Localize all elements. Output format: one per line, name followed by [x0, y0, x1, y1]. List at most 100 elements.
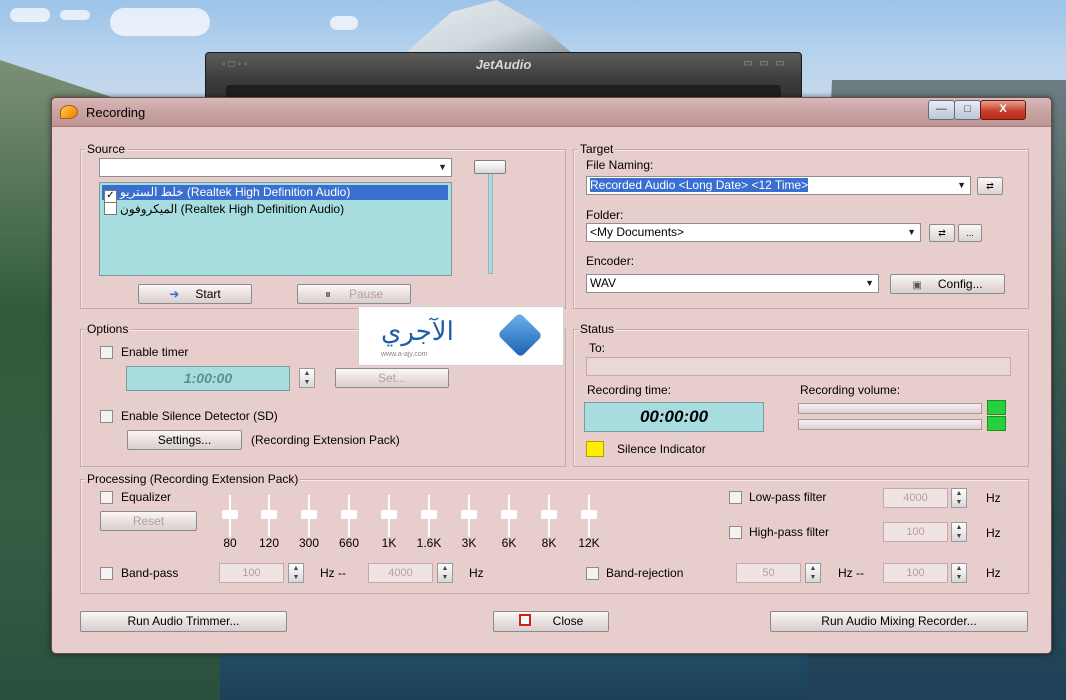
to-label: To:: [589, 341, 606, 355]
cloud: [60, 10, 90, 20]
enable-timer-checkbox[interactable]: [100, 346, 113, 359]
eq-slider-3k[interactable]: [461, 495, 477, 537]
highpass-value[interactable]: 100: [883, 522, 948, 542]
folder-options-button[interactable]: ⇄: [929, 224, 955, 242]
eq-slider-8k[interactable]: [541, 495, 557, 537]
chevron-down-icon[interactable]: ▼: [438, 159, 447, 176]
file-naming-label: File Naming:: [586, 158, 654, 172]
chevron-down-icon[interactable]: ▼: [907, 224, 916, 241]
eq-slider-120[interactable]: [261, 495, 277, 537]
start-button[interactable]: ➜ Start: [138, 284, 252, 304]
eq-slider-300[interactable]: [301, 495, 317, 537]
eq-band-label: 12K: [578, 536, 600, 550]
equalizer-label[interactable]: Equalizer: [121, 490, 171, 504]
folder-combo[interactable]: <My Documents> ▼: [586, 223, 921, 242]
folder-value: <My Documents>: [590, 225, 685, 239]
lowpass-spinner[interactable]: ▲ ▼: [951, 488, 967, 508]
bandrejection-low-unit: Hz --: [838, 566, 864, 580]
highpass-label[interactable]: High-pass filter: [749, 525, 829, 539]
bandpass-high-spinner[interactable]: ▲ ▼: [437, 563, 453, 583]
bandpass-low-spinner[interactable]: ▲ ▼: [288, 563, 304, 583]
file-naming-value[interactable]: Recorded Audio <Long Date> <12 Time>: [590, 178, 809, 192]
encoder-combo[interactable]: WAV ▼: [586, 274, 879, 293]
eq-slider-1k[interactable]: [381, 495, 397, 537]
recording-time-display: 00:00:00: [584, 402, 764, 432]
maximize-button[interactable]: □: [954, 100, 981, 120]
bandpass-label[interactable]: Band-pass: [121, 566, 178, 580]
bandpass-low-value[interactable]: 100: [219, 563, 284, 583]
chevron-down-icon[interactable]: ▼: [957, 177, 966, 194]
recording-volume-label: Recording volume:: [800, 383, 901, 397]
timer-spinner[interactable]: ▲ ▼: [299, 368, 315, 388]
bandrejection-low-spinner[interactable]: ▲ ▼: [805, 563, 821, 583]
eq-band-label: 120: [258, 536, 280, 550]
enable-sd-checkbox[interactable]: [100, 410, 113, 423]
bandrejection-checkbox[interactable]: [586, 567, 599, 580]
bandrejection-label[interactable]: Band-rejection: [606, 566, 683, 580]
source-volume-track[interactable]: [488, 168, 493, 274]
minimize-button[interactable]: —: [928, 100, 955, 120]
browse-folder-button[interactable]: ...: [958, 224, 982, 242]
source-list[interactable]: ✓ خلط الستريو (Realtek High Definition Au…: [99, 182, 452, 276]
enable-timer-label[interactable]: Enable timer: [121, 345, 188, 359]
target-group-title: Target: [578, 142, 616, 156]
eq-band-label: 1.6K: [416, 536, 442, 550]
jetaudio-system-buttons[interactable]: ▭ ▭ ▭: [743, 58, 787, 69]
pause-button[interactable]: ⏸ Pause: [297, 284, 411, 304]
cloud: [330, 16, 358, 30]
chevron-down-icon[interactable]: ▼: [865, 275, 874, 292]
file-naming-combo[interactable]: Recorded Audio <Long Date> <12 Time> ▼: [586, 176, 971, 195]
to-field: [586, 357, 1011, 376]
config-button[interactable]: ▣ Config...: [890, 274, 1005, 294]
bandrejection-high-value[interactable]: 100: [883, 563, 948, 583]
source-item-label: الميكروفون (Realtek High Definition Audi…: [120, 202, 345, 216]
bandrejection-high-spinner[interactable]: ▲ ▼: [951, 563, 967, 583]
timer-display[interactable]: 1:00:00: [126, 366, 290, 391]
eq-band-label: 660: [338, 536, 360, 550]
jetaudio-icon: [60, 105, 78, 119]
equalizer-checkbox[interactable]: [100, 491, 113, 504]
eq-band-label: 6K: [501, 536, 517, 550]
lowpass-checkbox[interactable]: [729, 491, 742, 504]
source-item-microphone[interactable]: الميكروفون (Realtek High Definition Audi…: [102, 202, 448, 217]
set-timer-button[interactable]: Set...: [335, 368, 449, 388]
source-item-stereo-mix[interactable]: ✓ خلط الستريو (Realtek High Definition Au…: [102, 185, 448, 203]
eq-slider-12k[interactable]: [581, 495, 597, 537]
bandpass-high-value[interactable]: 4000: [368, 563, 433, 583]
start-label: Start: [195, 287, 221, 301]
watermark-url: www.a-ajy.com: [381, 351, 428, 358]
highpass-spinner[interactable]: ▲ ▼: [951, 522, 967, 542]
titlebar[interactable]: Recording — □ X: [52, 98, 1051, 127]
folder-label: Folder:: [586, 208, 624, 222]
recording-time-label: Recording time:: [587, 383, 672, 397]
bandpass-high-unit: Hz: [469, 566, 484, 580]
eq-reset-button[interactable]: Reset: [100, 511, 197, 531]
eq-slider-6k[interactable]: [501, 495, 517, 537]
source-volume-thumb[interactable]: [474, 160, 506, 174]
lowpass-label[interactable]: Low-pass filter: [749, 490, 826, 504]
eq-slider-1-6k[interactable]: [421, 495, 437, 537]
eq-slider-660[interactable]: [341, 495, 357, 537]
bandrejection-low-value[interactable]: 50: [736, 563, 801, 583]
config-label: Config...: [937, 277, 983, 291]
highpass-checkbox[interactable]: [729, 526, 742, 539]
file-naming-options-button[interactable]: ⇄: [977, 177, 1003, 195]
window-title: Recording: [86, 105, 146, 120]
sd-settings-button[interactable]: Settings...: [127, 430, 242, 450]
run-audio-trimmer-button[interactable]: Run Audio Trimmer...: [80, 611, 287, 632]
extension-pack-note: (Recording Extension Pack): [251, 433, 400, 447]
close-window-button[interactable]: X: [980, 100, 1026, 120]
silence-indicator-label: Silence Indicator: [617, 442, 706, 456]
lowpass-value[interactable]: 4000: [883, 488, 948, 508]
checkbox-unchecked[interactable]: [104, 202, 117, 215]
source-combo[interactable]: ▼: [99, 158, 452, 177]
bandpass-checkbox[interactable]: [100, 567, 113, 580]
close-button[interactable]: Close: [493, 611, 609, 632]
processing-group-title: Processing (Recording Extension Pack): [85, 472, 301, 486]
eq-slider-80[interactable]: [222, 495, 238, 537]
bandrejection-high-unit: Hz: [986, 566, 1001, 580]
cloud: [10, 8, 50, 22]
close-label: Close: [552, 614, 584, 628]
enable-sd-label[interactable]: Enable Silence Detector (SD): [121, 409, 278, 423]
run-audio-mixing-recorder-button[interactable]: Run Audio Mixing Recorder...: [770, 611, 1028, 632]
